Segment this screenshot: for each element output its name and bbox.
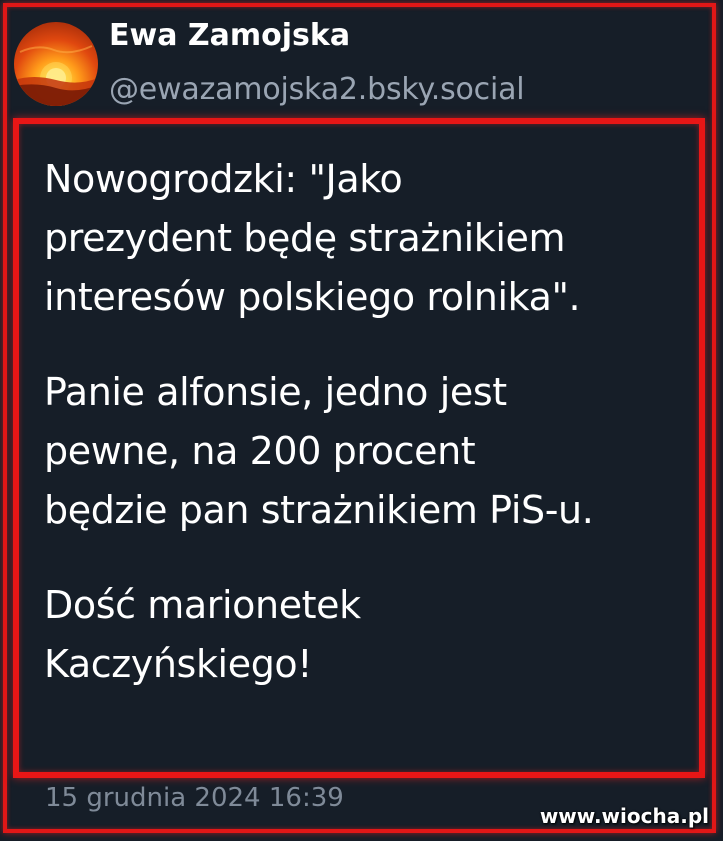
post-timestamp[interactable]: 15 grudnia 2024 16:39 — [45, 783, 344, 813]
avatar[interactable] — [14, 22, 98, 106]
post-paragraph-3: Dość marionetek Kaczyńskiego! — [44, 583, 361, 686]
sunset-avatar-icon — [14, 45, 98, 106]
post-paragraph-2: Panie alfonsie, jedno jest pewne, na 200… — [44, 370, 594, 532]
author-handle[interactable]: @ewazamojska2.bsky.social — [109, 72, 525, 107]
post-body: Nowogrodzki: "Jako prezydent będę strażn… — [44, 150, 684, 730]
watermark: www.wiocha.pl — [539, 804, 709, 828]
author-display-name[interactable]: Ewa Zamojska — [109, 18, 350, 53]
post-paragraph-1: Nowogrodzki: "Jako prezydent będę strażn… — [44, 157, 581, 319]
